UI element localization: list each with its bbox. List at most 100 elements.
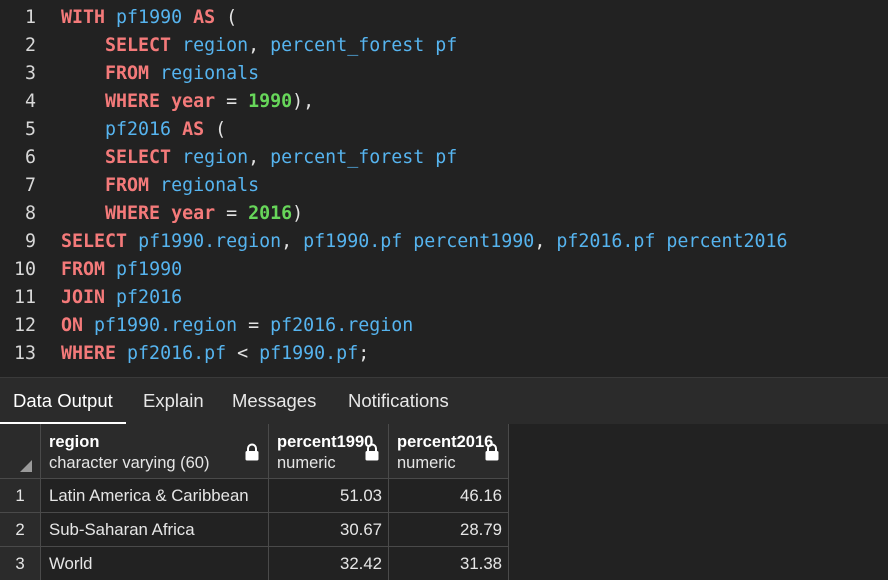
code-text[interactable]: FROM regionals bbox=[61, 172, 259, 200]
code-token: pf bbox=[435, 147, 458, 168]
code-text[interactable]: SELECT pf1990.region, pf1990.pf percent1… bbox=[61, 228, 788, 256]
code-text[interactable]: ON pf1990.region = pf2016.region bbox=[61, 312, 413, 340]
code-text[interactable]: JOIN pf2016 bbox=[61, 284, 182, 312]
code-text[interactable]: FROM pf1990 bbox=[61, 256, 182, 284]
code-token: pf2016.region bbox=[270, 315, 414, 336]
code-token: AS bbox=[182, 119, 205, 140]
code-token: ; bbox=[358, 343, 370, 364]
code-token: , bbox=[281, 231, 304, 252]
table-cell-percent2016[interactable]: 28.79 bbox=[389, 513, 509, 547]
code-token: , bbox=[534, 231, 557, 252]
table-cell-region[interactable]: Sub-Saharan Africa bbox=[41, 513, 269, 547]
column-name: percent2016 bbox=[397, 433, 494, 451]
code-line[interactable]: 12 ON pf1990.region = pf2016.region bbox=[0, 312, 888, 340]
data-output-grid: region character varying (60) percent199… bbox=[0, 424, 888, 580]
code-line[interactable]: 8 WHERE year = 2016) bbox=[0, 200, 888, 228]
code-token: FROM bbox=[61, 259, 106, 280]
code-token: percent1990 bbox=[413, 231, 535, 252]
table-cell-percent1990[interactable]: 30.67 bbox=[269, 513, 389, 547]
code-line[interactable]: 7 FROM regionals bbox=[0, 172, 888, 200]
code-text[interactable]: pf2016 AS ( bbox=[61, 116, 226, 144]
code-token: ), bbox=[292, 91, 315, 112]
tab-messages[interactable]: Messages bbox=[232, 378, 316, 425]
code-token: AS bbox=[193, 7, 216, 28]
table-cell-percent1990[interactable]: 51.03 bbox=[269, 479, 389, 513]
table-cell-region[interactable]: Latin America & Caribbean bbox=[41, 479, 269, 513]
code-token: percent_forest bbox=[270, 35, 425, 56]
code-text[interactable]: WHERE year = 2016) bbox=[61, 200, 303, 228]
code-token: = bbox=[215, 91, 249, 112]
table-cell-percent1990[interactable]: 32.42 bbox=[269, 547, 389, 580]
code-line[interactable]: 2 SELECT region, percent_forest pf bbox=[0, 32, 888, 60]
code-token: = bbox=[237, 315, 271, 336]
code-text[interactable]: SELECT region, percent_forest pf bbox=[61, 144, 457, 172]
code-line[interactable]: 13 WHERE pf2016.pf < pf1990.pf; bbox=[0, 340, 888, 368]
line-number: 3 bbox=[24, 63, 36, 84]
code-token: pf1990 bbox=[116, 259, 183, 280]
code-token: ( bbox=[204, 119, 227, 140]
code-token: region bbox=[182, 147, 249, 168]
code-line[interactable]: 3 FROM regionals bbox=[0, 60, 888, 88]
row-number[interactable]: 1 bbox=[0, 479, 41, 513]
code-token: pf2016 bbox=[105, 119, 172, 140]
code-token: region bbox=[182, 35, 249, 56]
code-token: regionals bbox=[160, 175, 260, 196]
code-text[interactable]: WHERE pf2016.pf < pf1990.pf; bbox=[61, 340, 369, 368]
tab-explain[interactable]: Explain bbox=[143, 378, 204, 425]
table-cell-region[interactable]: World bbox=[41, 547, 269, 580]
line-number: 5 bbox=[24, 119, 36, 140]
line-number: 9 bbox=[24, 231, 36, 252]
code-text[interactable]: WITH pf1990 AS ( bbox=[61, 4, 237, 32]
code-text[interactable]: FROM regionals bbox=[61, 60, 259, 88]
code-token: WHERE bbox=[105, 91, 161, 112]
line-number: 12 bbox=[13, 315, 36, 336]
line-number: 8 bbox=[24, 203, 36, 224]
code-token: pf2016.pf bbox=[127, 343, 227, 364]
code-token: FROM bbox=[105, 175, 150, 196]
code-line[interactable]: 5 pf2016 AS ( bbox=[0, 116, 888, 144]
sql-editor[interactable]: 1 WITH pf1990 AS (2 SELECT region, percen… bbox=[0, 0, 888, 377]
tab-notifications[interactable]: Notifications bbox=[348, 378, 449, 425]
column-header-percent2016[interactable]: percent2016 numeric bbox=[389, 424, 509, 479]
lock-icon bbox=[485, 443, 499, 461]
code-text[interactable]: SELECT region, percent_forest pf bbox=[61, 32, 457, 60]
select-all-corner[interactable] bbox=[0, 424, 41, 479]
column-header-percent1990[interactable]: percent1990 numeric bbox=[269, 424, 389, 479]
code-line[interactable]: 11 JOIN pf2016 bbox=[0, 284, 888, 312]
code-token: pf bbox=[435, 35, 458, 56]
select-all-icon bbox=[20, 460, 32, 472]
code-token: JOIN bbox=[61, 287, 106, 308]
table-cell-percent2016[interactable]: 46.16 bbox=[389, 479, 509, 513]
code-line[interactable]: 9 SELECT pf1990.region, pf1990.pf percent… bbox=[0, 228, 888, 256]
code-token: year bbox=[171, 203, 216, 224]
code-line[interactable]: 6 SELECT region, percent_forest pf bbox=[0, 144, 888, 172]
row-number[interactable]: 2 bbox=[0, 513, 41, 547]
code-line[interactable]: 10 FROM pf1990 bbox=[0, 256, 888, 284]
code-token: ( bbox=[215, 7, 238, 28]
code-text[interactable]: WHERE year = 1990), bbox=[61, 88, 314, 116]
row-number[interactable]: 3 bbox=[0, 547, 41, 580]
table-cell-percent2016[interactable]: 31.38 bbox=[389, 547, 509, 580]
result-tabs: Data Output Explain Messages Notificatio… bbox=[0, 377, 888, 425]
code-token: , bbox=[248, 35, 271, 56]
line-number: 7 bbox=[24, 175, 36, 196]
code-token: pf1990 bbox=[116, 7, 183, 28]
code-line[interactable]: 1 WITH pf1990 AS ( bbox=[0, 4, 888, 32]
code-token: ON bbox=[61, 315, 84, 336]
line-number: 6 bbox=[24, 147, 36, 168]
column-header-region[interactable]: region character varying (60) bbox=[41, 424, 269, 479]
code-line[interactable]: 4 WHERE year = 1990), bbox=[0, 88, 888, 116]
tab-data-output[interactable]: Data Output bbox=[0, 378, 126, 425]
